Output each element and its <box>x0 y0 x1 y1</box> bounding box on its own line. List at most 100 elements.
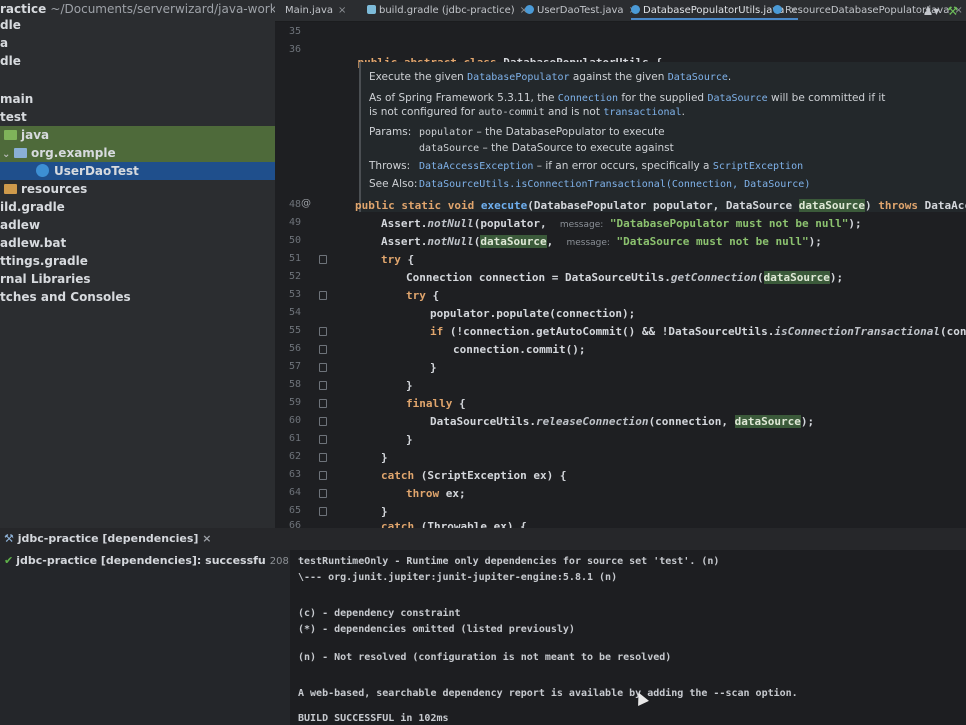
fold-icon[interactable] <box>319 327 327 336</box>
doc-note-line-1: As of Spring Framework 5.3.11, the Conne… <box>369 92 885 104</box>
code-line-61: } <box>406 433 413 446</box>
fold-icon[interactable] <box>319 345 327 354</box>
doc-text: – if an error occurs, specifically a <box>533 160 713 172</box>
tree-item-dle[interactable]: dle <box>0 16 21 34</box>
doc-link[interactable]: ScriptException <box>713 161 803 172</box>
code-line-48: public static void execute(DatabasePopul… <box>355 199 966 212</box>
close-icon[interactable]: × <box>338 5 346 16</box>
tree-item-org-example[interactable]: ⌄ org.example <box>0 144 275 162</box>
tree-item-gradlew-bat[interactable]: adlew.bat <box>0 234 66 252</box>
line-number: 48 <box>288 199 301 210</box>
tree-item-java[interactable]: java <box>0 126 275 144</box>
class-icon <box>525 5 534 14</box>
doc-link[interactable]: DataSourceUtils.isConnectionTransactiona… <box>419 179 810 190</box>
tree-item-main[interactable]: main <box>0 90 33 108</box>
build-task-row[interactable]: ✔ jdbc-practice [dependencies]: successfu… <box>4 554 307 567</box>
tree-item-build-gradle[interactable]: ild.gradle <box>0 198 65 216</box>
line-number: 50 <box>288 235 301 246</box>
tree-item-label: a <box>0 36 9 50</box>
tree-item-test[interactable]: test <box>0 108 27 126</box>
fold-icon[interactable] <box>319 417 327 426</box>
gradle-icon <box>367 5 376 14</box>
fold-icon[interactable] <box>319 489 327 498</box>
fold-icon[interactable] <box>319 399 327 408</box>
fold-icon[interactable] <box>319 291 327 300</box>
highlighted-identifier: dataSource <box>734 415 801 428</box>
tree-item-userdaotest[interactable]: UserDaoTest <box>0 162 275 180</box>
code-editor[interactable]: 35 36 48 @ 49 50 51 52 53 54 55 56 57 58… <box>275 22 966 528</box>
line-number: 61 <box>288 433 301 444</box>
tab-run-dependencies[interactable]: ⚒ jdbc-practice [dependencies] × <box>4 532 212 545</box>
tree-item-label: dle <box>0 54 21 68</box>
fold-icon[interactable] <box>319 453 327 462</box>
line-number: 52 <box>288 271 301 282</box>
doc-link[interactable]: Connection <box>558 93 618 104</box>
code-text: , <box>546 235 567 248</box>
tree-item-dle-2[interactable]: dle <box>0 52 21 70</box>
code-text: } <box>381 451 388 464</box>
doc-link[interactable]: DataSource <box>668 72 728 83</box>
fold-icon[interactable] <box>319 381 327 390</box>
code-text: populator.populate(connection); <box>430 307 636 320</box>
console-output[interactable]: testRuntimeOnly - Runtime only dependenc… <box>290 550 966 725</box>
code-text: ); <box>829 271 844 284</box>
editor-toolbar: ♟▾ ⚒ <box>923 4 958 18</box>
code-line-53: try { <box>406 289 439 302</box>
hammer-icon[interactable]: ⚒ <box>947 4 958 18</box>
code-line-64: throw ex; <box>406 487 466 500</box>
tree-item-gradlew[interactable]: adlew <box>0 216 40 234</box>
code-text: } <box>406 433 413 446</box>
tab-main-java[interactable]: Main.java × <box>285 2 346 20</box>
code-text: { <box>400 253 415 266</box>
code-text: ex; <box>439 487 466 500</box>
code-text: (connection, <box>939 325 966 338</box>
class-icon <box>773 5 782 14</box>
highlighted-identifier: dataSource <box>798 199 865 212</box>
doc-text: – the DatabasePopulator to execute <box>473 126 665 138</box>
line-number: 66 <box>288 520 301 528</box>
tab-userdaotest[interactable]: UserDaoTest.java× <box>525 2 637 20</box>
tree-item-settings-gradle[interactable]: ttings.gradle <box>0 252 88 270</box>
fold-icon[interactable] <box>319 471 327 480</box>
package-icon <box>14 148 27 158</box>
keyword: finally <box>406 397 453 410</box>
build-task-label: jdbc-practice [dependencies]: successfu <box>16 554 266 567</box>
keyword: throws <box>878 199 918 212</box>
parameter-hint: message: <box>559 220 604 230</box>
fold-icon[interactable] <box>319 363 327 372</box>
console-line: testRuntimeOnly - Runtime only dependenc… <box>298 556 720 567</box>
tab-build-gradle[interactable]: build.gradle (jdbc-practice) × <box>367 2 528 20</box>
code-line-62: } <box>381 451 388 464</box>
doc-param-datasource: dataSource – the DataSource to execute a… <box>419 142 674 154</box>
tree-item-resources[interactable]: resources <box>0 180 87 198</box>
tree-item-external-libraries[interactable]: rnal Libraries <box>0 270 91 288</box>
doc-text: . <box>727 71 732 83</box>
doc-link[interactable]: transactional <box>603 107 681 118</box>
override-marker-icon[interactable]: @ <box>301 198 311 209</box>
doc-throws-label: Throws: <box>369 160 411 172</box>
class-icon <box>631 5 640 14</box>
run-tab-label: jdbc-practice [dependencies] <box>17 532 199 545</box>
tree-item-a[interactable]: a <box>0 34 8 52</box>
user-icon[interactable]: ♟▾ <box>923 4 940 18</box>
code-text: (connection, <box>648 415 735 428</box>
doc-link[interactable]: DataSource <box>707 93 767 104</box>
highlighted-identifier: dataSource <box>763 271 830 284</box>
code-text: } <box>406 379 413 392</box>
doc-text: against the given <box>569 71 668 83</box>
tree-item-label: resources <box>21 182 88 196</box>
tree-item-label: ild.gradle <box>0 200 65 214</box>
close-icon[interactable]: × <box>202 532 211 545</box>
code-line-60: DataSourceUtils.releaseConnection(connec… <box>430 415 814 428</box>
code-text: ( <box>757 271 764 284</box>
doc-link[interactable]: DataAccessException <box>419 161 533 172</box>
keyword: try <box>406 289 426 302</box>
tree-item-scratches[interactable]: tches and Consoles <box>0 288 131 306</box>
fold-icon[interactable] <box>319 255 327 264</box>
project-root-row[interactable]: ractice ~/Documents/serverwizard/java-wo… <box>0 0 275 18</box>
tree-item-label: java <box>21 128 50 142</box>
fold-icon[interactable] <box>319 435 327 444</box>
doc-link[interactable]: DatabasePopulator <box>467 72 569 83</box>
fold-icon[interactable] <box>319 507 327 516</box>
console-line: \--- org.junit.jupiter:junit-jupiter-eng… <box>298 572 618 583</box>
